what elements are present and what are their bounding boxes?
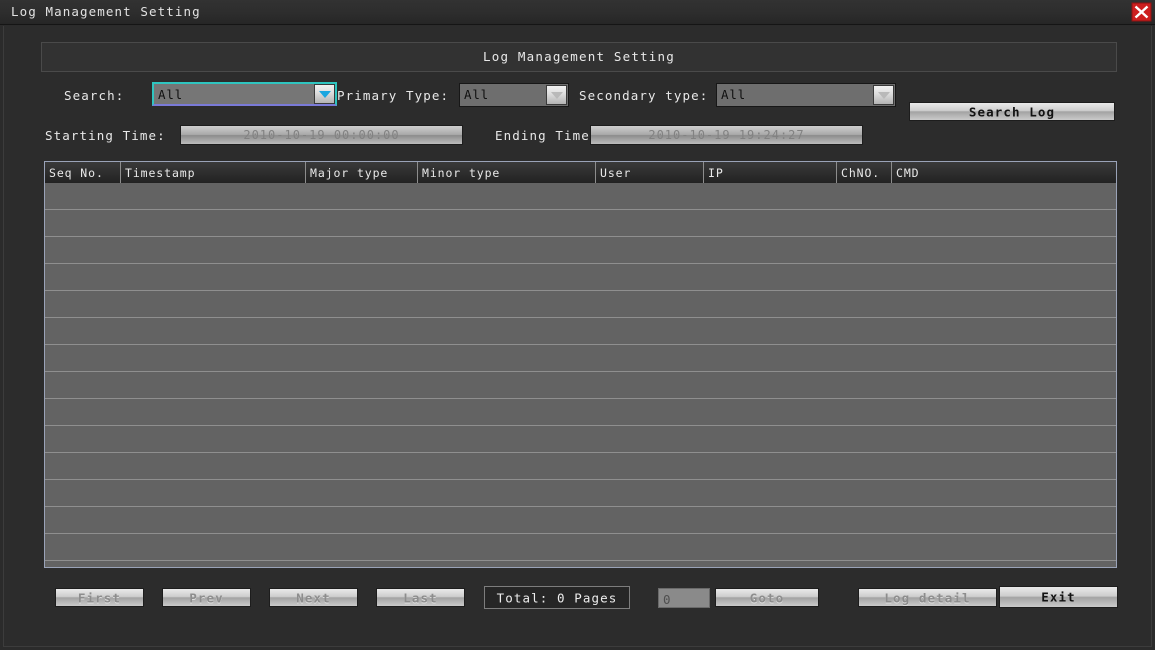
ending-time-field[interactable]: 2010-10-19 19:24:27 xyxy=(590,125,863,145)
ending-time-value: 2010-10-19 19:24:27 xyxy=(648,128,805,142)
starting-time-value: 2010-10-19 00:00:00 xyxy=(243,128,400,142)
search-select-value: All xyxy=(158,87,183,102)
chevron-down-icon-glyph xyxy=(550,92,563,99)
secondary-type-select[interactable]: All xyxy=(716,83,896,107)
table-row[interactable] xyxy=(45,399,1116,426)
table-row[interactable] xyxy=(45,345,1116,372)
search-log-button-label: Search Log xyxy=(968,104,1056,119)
chevron-down-icon[interactable] xyxy=(314,84,335,104)
secondary-type-select-value: All xyxy=(721,87,746,102)
table-row[interactable] xyxy=(45,291,1116,318)
next-page-button-label: Next xyxy=(296,590,331,605)
table-row[interactable] xyxy=(45,453,1116,480)
window-titlebar: Log Management Setting xyxy=(0,0,1155,25)
chevron-down-icon[interactable] xyxy=(873,85,894,105)
search-label: Search: xyxy=(64,88,125,103)
table-header-cell[interactable]: Timestamp xyxy=(121,162,306,183)
table-row[interactable] xyxy=(45,183,1116,210)
log-table-header: Seq No. Timestamp Major type Minor type User… xyxy=(45,162,1116,183)
log-table: Seq No. Timestamp Major type Minor type User… xyxy=(44,161,1117,568)
table-row[interactable] xyxy=(45,210,1116,237)
ending-time-label: Ending Time: xyxy=(495,128,599,143)
table-header-cell[interactable]: Minor type xyxy=(418,162,596,183)
primary-type-select[interactable]: All xyxy=(459,83,569,107)
exit-button[interactable]: Exit xyxy=(999,586,1118,608)
search-log-button[interactable]: Search Log xyxy=(909,102,1115,121)
primary-type-select-value: All xyxy=(464,87,489,102)
close-icon-glyph xyxy=(1131,2,1152,22)
table-row[interactable] xyxy=(45,480,1116,507)
window-client-area: Log Management Setting Search: All Prima… xyxy=(3,26,1152,647)
panel-banner: Log Management Setting xyxy=(41,42,1117,72)
table-row[interactable] xyxy=(45,426,1116,453)
next-page-button[interactable]: Next xyxy=(269,588,358,607)
table-header-cell[interactable]: CMD xyxy=(892,162,1116,183)
primary-type-label: Primary Type: xyxy=(337,88,450,103)
chevron-down-icon[interactable] xyxy=(546,85,567,105)
chevron-down-icon-glyph xyxy=(877,92,890,99)
table-row[interactable] xyxy=(45,372,1116,399)
table-row[interactable] xyxy=(45,318,1116,345)
last-page-button-label: Last xyxy=(403,590,438,605)
goto-button[interactable]: Goto xyxy=(715,588,819,607)
table-header-cell[interactable]: IP xyxy=(704,162,837,183)
log-detail-button[interactable]: Log detail xyxy=(858,588,997,607)
prev-page-button-label: Prev xyxy=(189,590,224,605)
window-title: Log Management Setting xyxy=(11,4,201,19)
table-row[interactable] xyxy=(45,534,1116,561)
chevron-down-icon-glyph xyxy=(318,91,331,98)
table-row[interactable] xyxy=(45,237,1116,264)
first-page-button-label: First xyxy=(77,590,122,605)
total-pages-display: Total: 0 Pages xyxy=(484,586,630,609)
table-row[interactable] xyxy=(45,507,1116,534)
secondary-type-label: Secondary type: xyxy=(579,88,709,103)
log-management-window: Log Management Setting Log Management Se… xyxy=(0,0,1155,650)
starting-time-label: Starting Time: xyxy=(45,128,166,143)
goto-button-label: Goto xyxy=(749,590,785,605)
search-select[interactable]: All xyxy=(152,82,337,106)
goto-page-input[interactable]: 0 xyxy=(658,588,710,608)
table-header-cell[interactable]: User xyxy=(596,162,704,183)
panel-title: Log Management Setting xyxy=(483,49,675,64)
table-header-cell[interactable]: ChNO. xyxy=(837,162,892,183)
log-table-body[interactable] xyxy=(45,183,1116,567)
table-header-cell[interactable]: Major type xyxy=(306,162,418,183)
table-row[interactable] xyxy=(45,264,1116,291)
goto-page-input-value: 0 xyxy=(663,592,671,607)
log-detail-button-label: Log detail xyxy=(884,590,971,605)
first-page-button[interactable]: First xyxy=(55,588,144,607)
table-header-cell[interactable]: Seq No. xyxy=(45,162,121,183)
starting-time-field[interactable]: 2010-10-19 00:00:00 xyxy=(180,125,463,145)
total-pages-text: Total: 0 Pages xyxy=(496,590,618,605)
exit-button-label: Exit xyxy=(1041,589,1076,605)
close-icon[interactable] xyxy=(1129,1,1153,23)
prev-page-button[interactable]: Prev xyxy=(162,588,251,607)
last-page-button[interactable]: Last xyxy=(376,588,465,607)
